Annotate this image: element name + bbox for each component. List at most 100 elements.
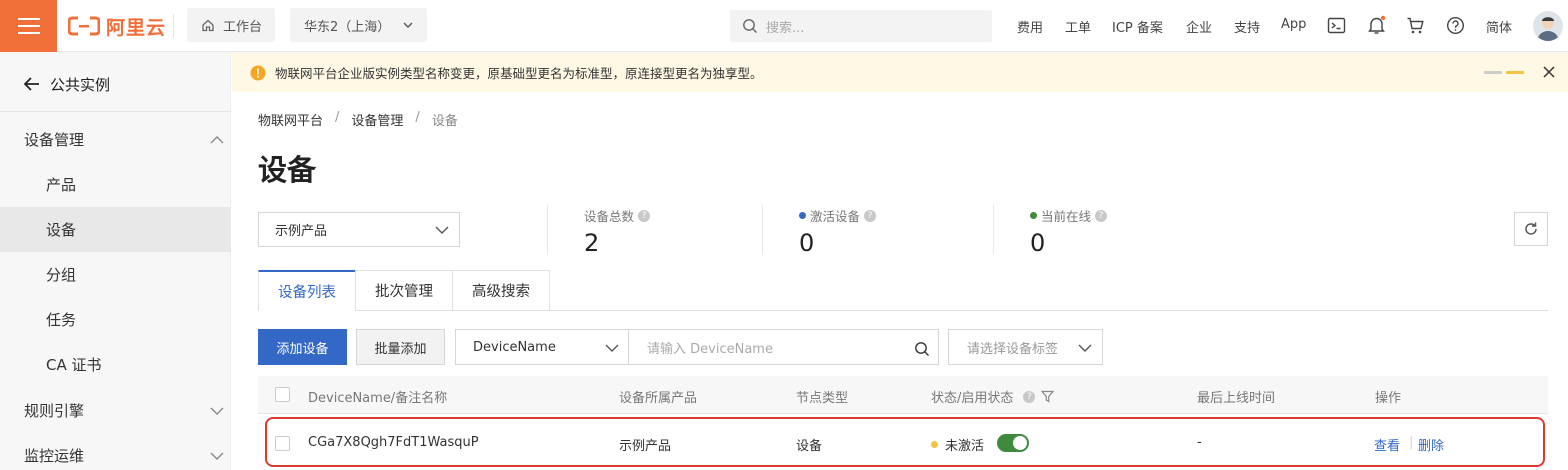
sidebar-item-product[interactable]: 产品 xyxy=(0,162,231,207)
delete-link[interactable]: 删除 xyxy=(1418,435,1444,454)
sidebar-group-device-management[interactable]: 设备管理 xyxy=(24,129,224,150)
device-status: 未激活 xyxy=(931,435,984,454)
banner-pager[interactable] xyxy=(1484,71,1524,74)
stat-online-devices: 当前在线? 0 xyxy=(1030,206,1108,257)
tab-advanced-search[interactable]: 高级搜索 xyxy=(452,270,550,311)
device-last-online: - xyxy=(1197,435,1202,450)
terminal-icon[interactable] xyxy=(1327,16,1346,35)
nav-link-enterprise[interactable]: 企业 xyxy=(1186,17,1212,36)
close-icon[interactable] xyxy=(1542,65,1556,79)
status-dot xyxy=(799,212,806,219)
divider xyxy=(547,205,548,255)
refresh-icon xyxy=(1525,222,1537,235)
device-search-input[interactable]: 请输入 DeviceName xyxy=(628,329,939,365)
brand-name: 阿里云 xyxy=(106,16,167,39)
help-icon[interactable] xyxy=(1446,16,1465,35)
sidebar-item-label: 分组 xyxy=(46,266,77,284)
back-to-instances[interactable]: 公共实例 xyxy=(0,60,231,108)
nav-link-ticket[interactable]: 工单 xyxy=(1065,17,1091,36)
region-selector[interactable]: 华东2（上海） xyxy=(290,8,427,42)
chevron-up-icon xyxy=(210,135,224,143)
nav-link-icp[interactable]: ICP 备案 xyxy=(1112,17,1163,36)
add-device-button[interactable]: 添加设备 xyxy=(258,329,347,365)
hamburger-menu-button[interactable] xyxy=(0,0,57,52)
device-tag-select[interactable]: 请选择设备标签 xyxy=(948,329,1103,365)
cart-icon[interactable] xyxy=(1406,16,1425,35)
column-header-product: 设备所属产品 xyxy=(619,391,698,406)
breadcrumb: 物联网平台 / 设备管理 / 设备 xyxy=(258,110,458,129)
sidebar-item-group[interactable]: 分组 xyxy=(0,252,231,297)
breadcrumb-item[interactable]: 物联网平台 xyxy=(258,110,323,129)
workbench-label: 工作台 xyxy=(223,19,263,35)
breadcrumb-item[interactable]: 设备管理 xyxy=(351,110,403,129)
chevron-down-icon xyxy=(435,226,449,234)
avatar[interactable] xyxy=(1533,11,1563,41)
search-icon[interactable] xyxy=(914,341,930,357)
sidebar-item-label: CA 证书 xyxy=(46,356,102,374)
help-icon[interactable]: ? xyxy=(864,209,877,222)
sidebar-item-device[interactable]: 设备 xyxy=(0,207,231,252)
enable-toggle[interactable] xyxy=(997,434,1029,452)
nav-link-support[interactable]: 支持 xyxy=(1234,17,1260,36)
breadcrumb-current: 设备 xyxy=(431,114,458,129)
back-label: 公共实例 xyxy=(50,75,111,94)
nav-link-billing[interactable]: 费用 xyxy=(1017,17,1043,36)
pager-dot[interactable] xyxy=(1484,71,1502,74)
divider xyxy=(762,205,763,255)
search-field-select[interactable]: DeviceName xyxy=(455,329,629,365)
aliyun-logo-icon xyxy=(68,16,100,36)
sidebar-item-label: 设备 xyxy=(46,221,77,239)
table-header xyxy=(258,376,1548,414)
stat-total-devices: 设备总数? 2 xyxy=(584,206,651,257)
product-select[interactable]: 示例产品 xyxy=(258,212,460,247)
bell-icon[interactable] xyxy=(1367,15,1386,35)
batch-add-button[interactable]: 批量添加 xyxy=(356,329,445,365)
stat-label: 激活设备 xyxy=(810,209,861,224)
global-search-input[interactable]: 搜索... xyxy=(730,10,992,42)
help-icon[interactable]: ? xyxy=(1095,209,1108,222)
chevron-down-icon xyxy=(210,407,224,415)
top-bar: 阿里云 工作台 华东2（上海） 搜索... 费用 工单 ICP 备案 企业 支持… xyxy=(0,0,1568,52)
breadcrumb-separator: / xyxy=(335,110,340,125)
sidebar-group-monitoring[interactable]: 监控运维 xyxy=(24,445,224,466)
sidebar-group-label: 监控运维 xyxy=(24,447,85,465)
sidebar-item-task[interactable]: 任务 xyxy=(0,297,231,342)
help-icon[interactable]: ? xyxy=(638,209,651,222)
menu-icon xyxy=(17,18,40,34)
device-name[interactable]: CGa7X8Qgh7FdT1WasquP xyxy=(308,435,479,450)
divider xyxy=(0,111,231,112)
nav-link-app[interactable]: App xyxy=(1281,17,1306,32)
device-product: 示例产品 xyxy=(619,439,672,454)
device-node-type: 设备 xyxy=(796,439,823,454)
tab-device-list[interactable]: 设备列表 xyxy=(258,270,356,311)
sidebar-group-rule-engine[interactable]: 规则引擎 xyxy=(24,400,224,421)
stat-value: 2 xyxy=(584,229,600,257)
sidebar-item-label: 任务 xyxy=(46,311,77,329)
column-header-actions: 操作 xyxy=(1375,391,1402,406)
chevron-down-icon xyxy=(210,452,224,460)
help-icon[interactable]: ? xyxy=(1023,390,1036,403)
home-icon xyxy=(202,19,214,32)
filter-icon[interactable] xyxy=(1041,390,1055,403)
column-header-status-label: 状态/启用状态 xyxy=(931,391,1014,406)
row-checkbox[interactable] xyxy=(275,436,290,451)
divider xyxy=(173,14,174,38)
workbench-button[interactable]: 工作台 xyxy=(187,8,275,42)
select-all-checkbox[interactable] xyxy=(275,387,290,402)
stat-value: 0 xyxy=(799,229,815,257)
sidebar-item-ca-cert[interactable]: CA 证书 xyxy=(0,342,231,387)
tab-batch-management[interactable]: 批次管理 xyxy=(355,270,453,311)
view-link[interactable]: 查看 xyxy=(1374,435,1400,454)
breadcrumb-separator: / xyxy=(415,110,420,125)
status-dot xyxy=(1030,212,1037,219)
search-placeholder: 搜索... xyxy=(766,20,805,36)
pager-dot-active[interactable] xyxy=(1506,71,1524,74)
aliyun-logo[interactable]: 阿里云 xyxy=(68,13,166,39)
stat-value: 0 xyxy=(1030,229,1046,257)
sidebar-group-label: 设备管理 xyxy=(24,131,85,149)
language-switch[interactable]: 简体 xyxy=(1486,17,1512,36)
column-header-status: 状态/启用状态 ? xyxy=(931,387,1055,406)
column-header-devicename: DeviceName/备注名称 xyxy=(308,391,448,406)
refresh-button[interactable] xyxy=(1514,212,1548,246)
device-search-placeholder: 请输入 DeviceName xyxy=(647,341,773,357)
